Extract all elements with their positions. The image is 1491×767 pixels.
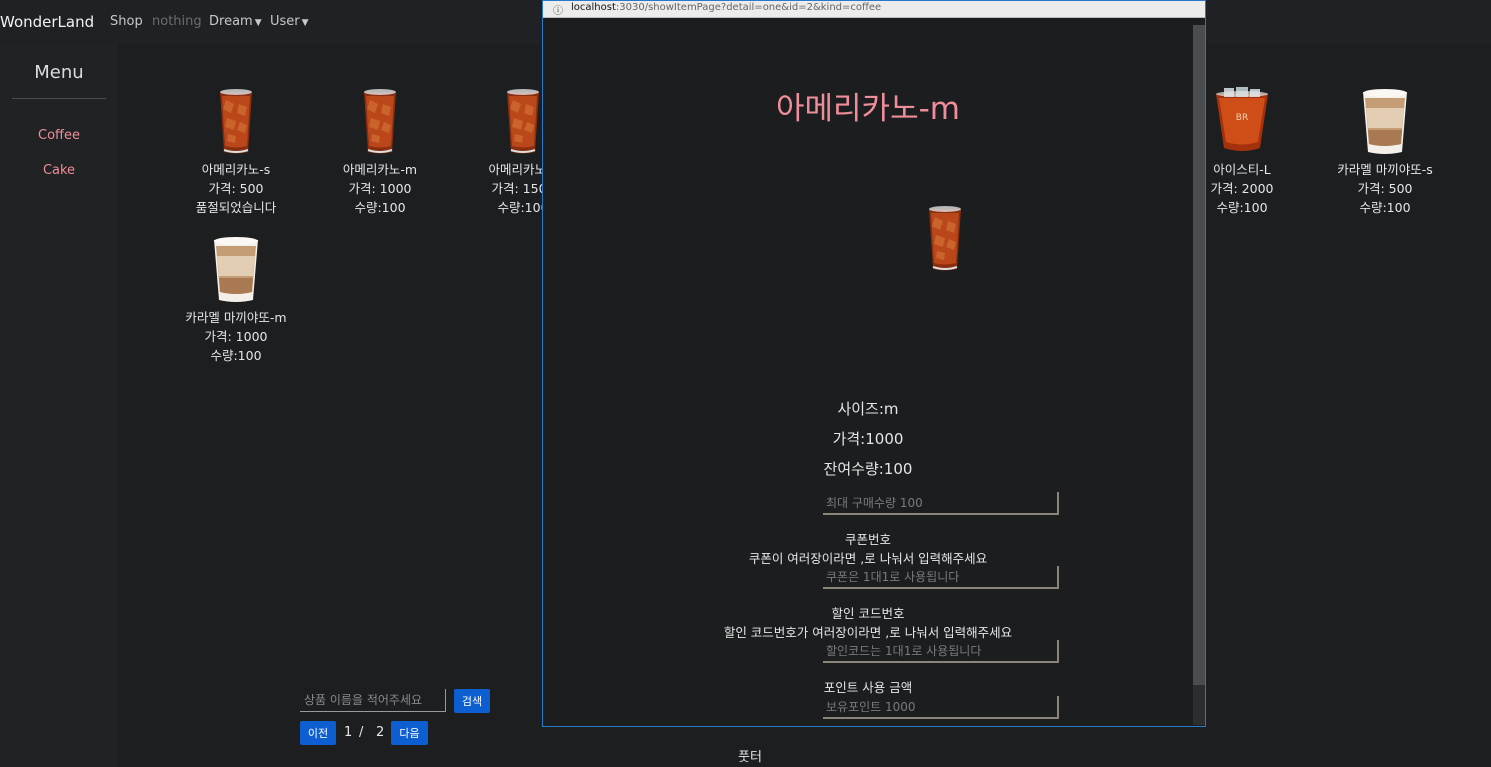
product-image[interactable] [212, 84, 260, 156]
coupon-hint: 쿠폰이 여러장이라면 ,로 나눠서 입력해주세요 [748, 551, 988, 566]
product-price: 가격: 1000 [204, 329, 268, 344]
product-image[interactable] [499, 84, 547, 156]
detail-product-image [921, 201, 969, 273]
total-pages: 2 [376, 725, 385, 740]
search-input[interactable] [300, 689, 446, 712]
brand-logo[interactable]: WonderLand [0, 13, 94, 31]
product-stock: 품절되었습니다 [195, 200, 277, 215]
url-host: localhost [571, 2, 616, 13]
detail-price: 가격:1000 [832, 430, 904, 448]
discount-hint: 할인 코드번호가 여러장이라면 ,로 나눠서 입력해주세요 [723, 625, 1013, 640]
product-stock: 수량:100 [354, 200, 406, 215]
detail-size: 사이즈:m [837, 400, 899, 418]
product-price: 가격: 1000 [348, 181, 412, 196]
current-page: 1 [344, 725, 353, 740]
next-page-button[interactable]: 다음 [391, 721, 428, 745]
address-bar[interactable]: ⓘ localhost:3030/showItemPage?detail=one… [543, 1, 1205, 18]
product-image[interactable] [1357, 84, 1413, 156]
product-card[interactable]: 아메리카노-m 가격: 1000 수량:100 [315, 84, 445, 217]
sidebar: Menu Coffee Cake [0, 44, 118, 767]
nav-nothing[interactable]: nothing [152, 14, 202, 29]
detail-title: 아메리카노-m [776, 91, 960, 127]
product-stock: 수량:100 [210, 348, 262, 363]
url-path: :3030/showItemPage?detail=one&id=2&kind=… [615, 2, 882, 13]
nav-user-label: User [270, 14, 300, 29]
product-stock: 수량:100 [1359, 200, 1411, 215]
product-card[interactable]: 아메리카노-s 가격: 500 품절되었습니다 [171, 84, 301, 217]
page-separator: / [359, 725, 364, 740]
detail-remaining: 잔여수량:100 [823, 460, 913, 478]
item-detail-popup: ⓘ localhost:3030/showItemPage?detail=one… [542, 0, 1206, 727]
chevron-down-icon: ▼ [254, 18, 262, 28]
product-name: 카라멜 마끼야또-s [1337, 162, 1433, 177]
discount-label: 할인 코드번호 [831, 606, 905, 621]
coupon-label: 쿠폰번호 [844, 532, 891, 547]
nav-dream-label: Dream [209, 14, 253, 29]
sidebar-title: Menu [34, 62, 84, 83]
prev-page-button[interactable]: 이전 [300, 721, 336, 745]
product-name: 아메리카노-s [201, 162, 271, 177]
sidebar-item-cake[interactable]: Cake [0, 163, 118, 178]
sidebar-item-coffee[interactable]: Coffee [0, 128, 118, 143]
chevron-down-icon: ▼ [301, 18, 309, 28]
info-icon[interactable]: ⓘ [553, 2, 563, 17]
product-image[interactable] [208, 232, 264, 304]
product-name: 카라멜 마끼야또-m [185, 310, 287, 325]
product-card[interactable]: 카라멜 마끼야또-s 가격: 500 수량:100 [1320, 84, 1450, 217]
product-image[interactable] [356, 84, 404, 156]
nav-shop[interactable]: Shop [110, 14, 143, 29]
product-card[interactable]: 카라멜 마끼야또-m 가격: 1000 수량:100 [171, 232, 301, 365]
quantity-input[interactable] [823, 492, 1059, 515]
scrollbar-thumb[interactable] [1193, 25, 1205, 685]
search-button[interactable]: 검색 [454, 689, 490, 713]
sidebar-divider [12, 98, 106, 99]
product-price: 가격: 500 [208, 181, 264, 196]
url-text: localhost:3030/showItemPage?detail=one&i… [571, 2, 881, 13]
product-name: 아메리카노-m [342, 162, 418, 177]
product-image[interactable] [1210, 84, 1274, 156]
discount-code-input[interactable] [823, 640, 1059, 663]
product-price: 가격: 500 [1357, 181, 1413, 196]
footer: 풋터 [738, 750, 762, 765]
points-label: 포인트 사용 금액 [823, 680, 913, 695]
coupon-input[interactable] [823, 566, 1059, 589]
nav-user-dropdown[interactable]: User ▼ [270, 14, 309, 29]
nav-dream-dropdown[interactable]: Dream ▼ [209, 14, 262, 29]
points-input[interactable] [823, 696, 1059, 719]
